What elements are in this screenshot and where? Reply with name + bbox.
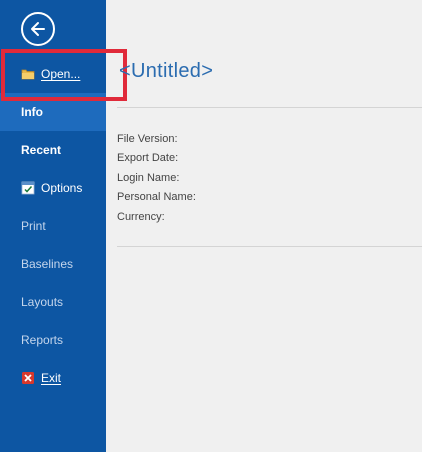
property-label: Personal Name: — [117, 191, 196, 203]
property-label: Currency: — [117, 211, 165, 223]
sidebar-item-label: Print — [21, 219, 46, 233]
sidebar-item-label: Baselines — [21, 257, 74, 271]
property-label: Login Name: — [117, 172, 180, 184]
back-button[interactable] — [21, 12, 55, 46]
sidebar-item-options[interactable]: Options — [0, 169, 106, 207]
sidebar-item-label: Reports — [21, 333, 64, 347]
sidebar-item-label: Exit — [41, 371, 62, 385]
info-panel: <Untitled> File Version: Export Date: Lo… — [106, 0, 422, 452]
sidebar-item-reports[interactable]: Reports — [0, 321, 106, 359]
sidebar-item-print[interactable]: Print — [0, 207, 106, 245]
property-label: Export Date: — [117, 152, 179, 164]
sidebar-item-baselines[interactable]: Baselines — [0, 245, 106, 283]
exit-x-icon — [22, 372, 34, 384]
arrow-left-icon — [31, 22, 45, 36]
divider — [117, 107, 422, 108]
sidebar-item-label: Options — [41, 181, 83, 195]
property-label: File Version: — [117, 133, 178, 145]
sidebar-item-label: Recent — [21, 143, 62, 157]
sidebar-item-exit[interactable]: Exit — [0, 359, 106, 397]
sidebar-item-label: Layouts — [21, 295, 64, 309]
divider — [117, 246, 422, 247]
options-checkbox-icon — [21, 181, 35, 195]
sidebar-item-label: Info — [21, 105, 43, 119]
sidebar-item-recent[interactable]: Recent — [0, 131, 106, 169]
page-title: <Untitled> — [119, 60, 214, 82]
sidebar-item-layouts[interactable]: Layouts — [0, 283, 106, 321]
